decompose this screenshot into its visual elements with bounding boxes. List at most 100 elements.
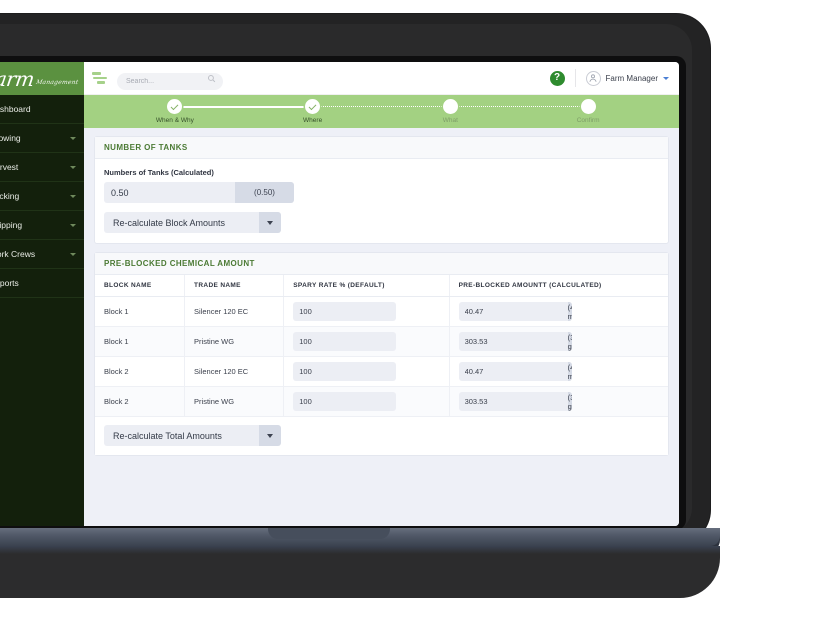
- cell-pre-blocked-amount-input[interactable]: [458, 362, 568, 381]
- cell-trade-name: Pristine WG: [184, 326, 285, 357]
- chevron-down-icon[interactable]: [70, 165, 76, 169]
- cell-spray-rate: (100%): [283, 296, 450, 327]
- logo-wordmark: Farm: [0, 66, 36, 91]
- sidebar-item-growing[interactable]: Growing: [0, 124, 84, 153]
- cell-pre-blocked-amount-input[interactable]: [458, 302, 568, 321]
- cell-spray-rate-group: (100%): [293, 332, 397, 351]
- cell-spray-rate-input[interactable]: [293, 392, 397, 411]
- chemical-amount-title: PRE-BLOCKED CHEMICAL AMOUNT: [95, 253, 668, 275]
- cell-trade-name: Pristine WG: [184, 386, 285, 417]
- cell-spray-rate-group: (100%): [293, 362, 397, 381]
- screenshot-stage: Farm Management Search... ? Farm Manager…: [0, 0, 817, 628]
- hamburger-icon[interactable]: [92, 70, 107, 86]
- table-header-row: BLOCK NAME TRADE NAME SPARY RATE % (DEFAUL…: [95, 275, 668, 297]
- stepper-check-icon[interactable]: [167, 99, 183, 114]
- recalculate-block-amounts-caret[interactable]: [259, 212, 281, 233]
- number-of-tanks-title: NUMBER OF TANKS: [95, 137, 668, 159]
- sidebar-item-harvest[interactable]: Harvest: [0, 153, 84, 182]
- cell-spray-rate-group: (100%): [293, 302, 397, 321]
- stepper-step-confirm[interactable]: Confirm: [519, 99, 657, 124]
- sidebar-item-work-crews[interactable]: Work Crews: [0, 240, 84, 269]
- farm-management-app: Farm Management Search... ? Farm Manager…: [0, 62, 679, 526]
- chevron-down-icon[interactable]: [70, 136, 76, 140]
- cell-spray-rate-input[interactable]: [293, 332, 397, 351]
- search-container: [117, 70, 223, 90]
- sidebar-item-shipping[interactable]: Shipping: [0, 211, 84, 240]
- cell-pre-blocked-amount-group: (303.53 g): [458, 332, 572, 351]
- stepper-steps: When & Why Where What Confirm: [106, 99, 657, 124]
- tanks-value-addon: (0.50): [235, 182, 294, 203]
- sidebar-item-reports[interactable]: Reports: [0, 269, 84, 298]
- cell-pre-blocked-amount-group: (40.47 ml): [458, 362, 572, 381]
- sidebar-item-label: Harvest: [0, 162, 19, 172]
- cell-block-name: Block 2: [95, 386, 186, 417]
- number-of-tanks-body: Numbers of Tanks (Calculated) (0.50) Re-…: [95, 159, 668, 243]
- user-menu[interactable]: Farm Manager: [585, 70, 669, 86]
- cell-pre-blocked-amount-addon: (40.47 ml): [567, 362, 572, 381]
- column-header-2: SPARY RATE % (DEFAULT): [283, 275, 450, 297]
- sidebar-item-dashboard[interactable]: Dashboard: [0, 95, 84, 124]
- number-of-tanks-card: NUMBER OF TANKS Numbers of Tanks (Calcul…: [94, 136, 669, 244]
- cell-pre-blocked-amount-input[interactable]: [458, 332, 568, 351]
- laptop-screen: Farm Management Search... ? Farm Manager…: [0, 62, 679, 526]
- user-avatar-icon: [585, 70, 601, 86]
- recalculate-block-amounts-button[interactable]: Re-calculate Block Amounts: [104, 212, 281, 233]
- cell-spray-rate-input[interactable]: [293, 302, 397, 321]
- cell-pre-blocked-amount: (303.53 g): [449, 326, 668, 357]
- stepper-step-where[interactable]: Where: [244, 99, 451, 124]
- stepper-check-icon[interactable]: [305, 99, 321, 114]
- cell-pre-blocked-amount-group: (303.53 g): [458, 392, 572, 411]
- help-circle-icon[interactable]: ?: [549, 70, 565, 86]
- stepper-step-what[interactable]: What: [382, 99, 589, 124]
- topbar-divider: [574, 69, 576, 87]
- app-body-row: Dashboard Growing Harvest Packing Shipping Wo…: [0, 95, 679, 526]
- brand-logo[interactable]: Farm Management: [0, 62, 84, 95]
- cell-block-name: Block 2: [95, 356, 186, 387]
- recalculate-total-amounts-caret[interactable]: [259, 425, 281, 446]
- cell-spray-rate-input[interactable]: [293, 362, 397, 381]
- tanks-input-group: (0.50): [104, 182, 294, 203]
- stepper-step-label: What: [442, 117, 458, 124]
- search-icon: [208, 74, 216, 82]
- hamburger-bar-3: [97, 81, 105, 84]
- cell-pre-blocked-amount-input[interactable]: [458, 392, 568, 411]
- top-bar: ? Farm Manager: [84, 62, 679, 95]
- sidebar-item-label: Shipping: [0, 220, 23, 230]
- cell-pre-blocked-amount-group: (40.47 ml): [458, 302, 572, 321]
- page-content: NUMBER OF TANKS Numbers of Tanks (Calcul…: [84, 128, 679, 526]
- table-row: Block 1Silencer 120 EC (100%) (40.47 ml): [95, 296, 668, 327]
- stepper-dot-icon[interactable]: [442, 99, 458, 114]
- recalculate-total-amounts-button[interactable]: Re-calculate Total Amounts: [104, 425, 281, 446]
- logo-subtext: Management: [35, 79, 79, 86]
- cell-spray-rate: (100%): [283, 356, 450, 387]
- wizard-stepper: When & Why Where What Confirm: [84, 95, 679, 128]
- cell-pre-blocked-amount-addon: (40.47 ml): [567, 302, 572, 321]
- sidebar-item-label: Reports: [0, 278, 19, 288]
- table-row: Block 1Pristine WG (100%) (303.53 g): [95, 326, 668, 357]
- column-header-1: TRADE NAME: [184, 275, 285, 297]
- chevron-down-icon[interactable]: [70, 223, 76, 227]
- tanks-value-input[interactable]: [104, 182, 235, 203]
- stepper-step-label: Where: [303, 117, 323, 124]
- table-head: BLOCK NAME TRADE NAME SPARY RATE % (DEFAUL…: [95, 275, 668, 297]
- stepper-dot-icon[interactable]: [580, 99, 596, 114]
- chevron-down-icon: [267, 220, 273, 225]
- laptop-base-notch: [268, 528, 390, 539]
- chemical-amount-table: BLOCK NAME TRADE NAME SPARY RATE % (DEFAUL…: [95, 275, 668, 417]
- cell-spray-rate: (100%): [283, 326, 450, 357]
- cell-spray-rate: (100%): [283, 386, 450, 417]
- chevron-down-icon[interactable]: [663, 76, 669, 80]
- stepper-step-label: Confirm: [576, 117, 600, 124]
- cell-pre-blocked-amount: (40.47 ml): [449, 356, 668, 387]
- pre-blocked-chemical-amount-card: PRE-BLOCKED CHEMICAL AMOUNT BLOCK NAME TR…: [94, 252, 669, 456]
- chevron-down-icon[interactable]: [70, 252, 76, 256]
- sidebar-item-packing[interactable]: Packing: [0, 182, 84, 211]
- stepper-connector: [312, 106, 451, 107]
- app-top-row: Farm Management Search... ? Farm Manager: [0, 62, 679, 95]
- chevron-down-icon[interactable]: [70, 194, 76, 198]
- stepper-step-when-why[interactable]: When & Why: [106, 99, 313, 124]
- cell-trade-name: Silencer 120 EC: [184, 296, 285, 327]
- chemical-amount-footer: Re-calculate Total Amounts: [95, 417, 668, 455]
- table-body: Block 1Silencer 120 EC (100%) (40.47 ml) Bl…: [95, 296, 668, 417]
- cell-block-name: Block 1: [95, 326, 186, 357]
